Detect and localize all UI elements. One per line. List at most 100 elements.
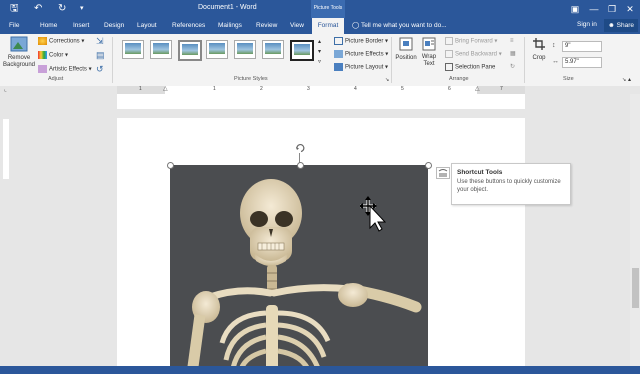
picture-effects-icon xyxy=(334,50,343,58)
artistic-effects-button[interactable]: Artistic Effects ▾ xyxy=(38,65,92,74)
send-backward-label: Send Backward xyxy=(455,51,498,58)
corrections-button[interactable]: Corrections ▾ xyxy=(38,37,84,46)
share-label: Share xyxy=(616,22,634,29)
restore-icon[interactable]: ❐ xyxy=(603,2,621,16)
position-button[interactable]: Position xyxy=(394,37,418,62)
tab-selector-icon[interactable]: ⌞ xyxy=(4,86,7,93)
resize-handle-top[interactable] xyxy=(297,162,304,169)
group-objects-icon[interactable]: ▦ xyxy=(510,50,516,58)
customize-qa-icon[interactable]: ▾ xyxy=(80,2,84,16)
ruler-number: 6 xyxy=(448,86,451,92)
crop-button[interactable]: Crop xyxy=(530,37,548,62)
rotate-handle-icon[interactable] xyxy=(295,143,305,153)
right-indent-marker[interactable]: △ xyxy=(475,85,480,92)
tab-references[interactable]: References xyxy=(172,21,205,31)
width-icon: ↔ xyxy=(552,58,559,65)
layout-options-button[interactable] xyxy=(436,167,450,179)
dialog-launcher-icon[interactable]: ↘ xyxy=(622,76,626,84)
gallery-scroll-up-icon[interactable]: ▴ xyxy=(318,38,321,46)
chevron-down-icon: ▾ xyxy=(88,66,92,73)
ruler-number: 2 xyxy=(260,86,263,92)
picture-style-6[interactable] xyxy=(262,40,284,59)
undo-icon[interactable]: ↶ xyxy=(34,2,42,16)
width-value: 5.97" xyxy=(565,59,579,65)
picture-style-3[interactable] xyxy=(178,40,202,61)
ruler-number: 3 xyxy=(307,86,310,92)
picture-border-icon xyxy=(334,37,343,45)
tab-format[interactable]: Format xyxy=(312,18,344,34)
rotate-objects-icon[interactable]: ↻ xyxy=(510,63,515,71)
tab-review[interactable]: Review xyxy=(256,21,277,31)
resize-handle-top-left[interactable] xyxy=(167,162,174,169)
reset-picture-icon[interactable]: ↺ xyxy=(96,65,104,74)
height-field[interactable]: 9" xyxy=(562,41,602,52)
bring-forward-button[interactable]: Bring Forward ▾ xyxy=(445,37,497,46)
tab-file[interactable]: File xyxy=(9,21,19,31)
height-value: 9" xyxy=(565,43,571,49)
tab-mailings[interactable]: Mailings xyxy=(218,21,242,31)
picture-style-7[interactable] xyxy=(290,40,314,61)
chevron-down-icon: ▾ xyxy=(81,38,85,45)
picture-style-4[interactable] xyxy=(206,40,228,59)
sign-in-link[interactable]: Sign in xyxy=(577,21,597,28)
picture-border-button[interactable]: Picture Border ▾ xyxy=(334,37,388,46)
picture-tools-context: Picture Tools xyxy=(311,0,345,18)
ribbon-options-icon[interactable]: ▣ xyxy=(566,2,584,16)
collapse-ribbon-icon[interactable]: ▴ xyxy=(628,76,631,84)
selection-pane-label: Selection Pane xyxy=(455,64,496,71)
gallery-more-icon[interactable]: ▿ xyxy=(318,58,321,66)
ruler-number: 5 xyxy=(401,86,404,92)
page-1-bottom[interactable] xyxy=(117,94,525,109)
vertical-ruler[interactable] xyxy=(3,94,9,366)
picture-style-2[interactable] xyxy=(150,40,172,59)
compress-pictures-icon[interactable]: ⇲ xyxy=(96,37,104,46)
picture-layout-label: Picture Layout xyxy=(345,64,384,71)
bring-forward-label: Bring Forward xyxy=(455,38,493,45)
close-icon[interactable]: ✕ xyxy=(621,2,639,16)
chevron-down-icon: ▾ xyxy=(385,38,389,45)
scrollbar-thumb[interactable] xyxy=(632,268,639,308)
ruler-number: 1 xyxy=(213,86,216,92)
resize-handle-top-right[interactable] xyxy=(425,162,432,169)
tab-insert[interactable]: Insert xyxy=(73,21,89,31)
dialog-launcher-icon[interactable]: ↘ xyxy=(385,76,389,84)
align-icon[interactable]: ≡ xyxy=(510,37,514,45)
lightbulb-icon: ◯ xyxy=(352,22,360,29)
tab-home[interactable]: Home xyxy=(40,21,57,31)
picture-layout-button[interactable]: Picture Layout ▾ xyxy=(334,63,388,72)
save-icon[interactable]: 🖫 xyxy=(10,2,19,16)
left-indent-marker[interactable]: △ xyxy=(163,85,168,92)
vertical-scrollbar[interactable] xyxy=(630,94,640,374)
position-icon xyxy=(399,37,413,51)
picture-style-5[interactable] xyxy=(234,40,256,59)
share-button[interactable]: ☻ Share xyxy=(604,19,638,32)
picture-style-1[interactable] xyxy=(122,40,144,59)
crop-label: Crop xyxy=(532,55,546,61)
tell-me-box[interactable]: ◯ Tell me what you want to do... xyxy=(352,21,447,29)
selection-pane-button[interactable]: Selection Pane xyxy=(445,63,495,72)
send-backward-button[interactable]: Send Backward ▾ xyxy=(445,50,502,59)
picture-effects-label: Picture Effects xyxy=(345,51,384,58)
move-cursor-icon xyxy=(360,196,386,232)
minimize-icon[interactable]: — xyxy=(585,2,603,16)
group-divider xyxy=(391,37,392,83)
color-button[interactable]: Color ▾ xyxy=(38,51,68,60)
change-picture-icon[interactable]: ▤ xyxy=(96,51,105,60)
tab-design[interactable]: Design xyxy=(104,21,124,31)
selected-picture[interactable] xyxy=(170,165,428,374)
corrections-label: Corrections xyxy=(49,38,80,45)
tab-layout[interactable]: Layout xyxy=(137,21,157,31)
tab-view[interactable]: View xyxy=(290,21,304,31)
picture-border-label: Picture Border xyxy=(345,38,384,45)
redo-icon[interactable]: ↻ xyxy=(58,2,66,16)
width-field[interactable]: 5.97" xyxy=(562,57,602,68)
remove-background-button[interactable]: Remove Background xyxy=(2,36,36,69)
ruler-number: 1 xyxy=(139,86,142,92)
height-icon: ↕ xyxy=(552,42,556,49)
wrap-text-button[interactable]: Wrap Text xyxy=(419,37,439,68)
gallery-scroll-down-icon[interactable]: ▾ xyxy=(318,48,321,56)
person-icon: ☻ xyxy=(607,22,615,29)
size-group-label: Size xyxy=(563,76,574,82)
picture-effects-button[interactable]: Picture Effects ▾ xyxy=(334,50,388,59)
chevron-down-icon: ▾ xyxy=(385,51,389,58)
